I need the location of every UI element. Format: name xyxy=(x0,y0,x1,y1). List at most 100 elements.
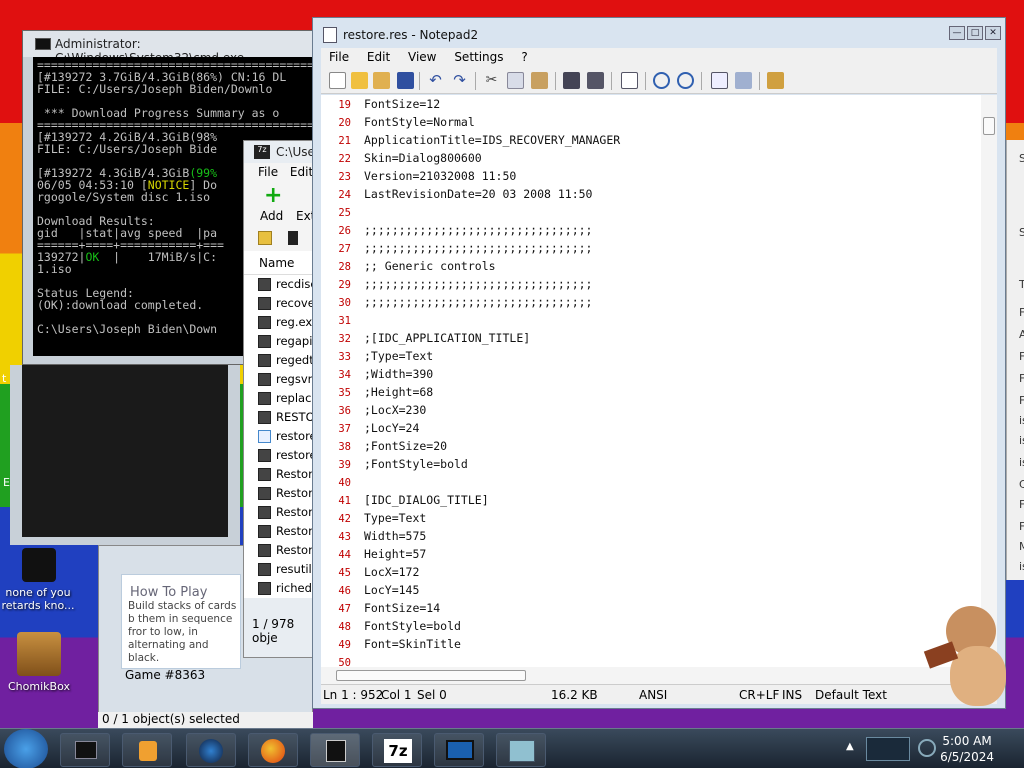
file-row[interactable]: restore xyxy=(244,427,322,446)
file-row[interactable]: replace xyxy=(244,389,322,408)
file-row[interactable]: reg.exe xyxy=(244,313,322,332)
editor-line[interactable]: 21 ApplicationTitle=IDS_RECOVERY_MANAGER xyxy=(321,131,991,149)
file-row[interactable]: recover xyxy=(244,294,322,313)
open-folder-icon[interactable] xyxy=(351,72,368,89)
menu-file[interactable]: File xyxy=(321,48,355,64)
editor-line[interactable]: 42 Type=Text xyxy=(321,509,991,527)
scheme-icon[interactable] xyxy=(711,72,728,89)
status-scheme[interactable]: Default Text xyxy=(815,688,887,702)
menu-help[interactable]: ? xyxy=(513,48,533,64)
partial-list-item[interactable]: is xyxy=(1019,434,1024,447)
maximize-button[interactable]: □ xyxy=(967,26,983,40)
editor-line[interactable]: 37 ;LocY=24 xyxy=(321,419,991,437)
notepad2-title-bar[interactable]: restore.res - Notepad2 — □ ✕ xyxy=(313,18,1005,48)
file-row[interactable]: Restore xyxy=(244,484,322,503)
menu-edit[interactable]: Edit xyxy=(290,165,313,179)
partial-list-item[interactable]: F xyxy=(1019,372,1024,385)
partial-list-item[interactable]: A xyxy=(1019,328,1024,341)
taskbar-explorer[interactable] xyxy=(496,733,546,767)
partial-list-item[interactable]: F xyxy=(1019,350,1024,363)
editor-line[interactable]: 33 ;Type=Text xyxy=(321,347,991,365)
editor-line[interactable]: 43 Width=575 xyxy=(321,527,991,545)
zoom-in-icon[interactable] xyxy=(653,72,670,89)
editor-line[interactable]: 19 FontSize=12 xyxy=(321,95,991,113)
file-row[interactable]: restore xyxy=(244,446,322,465)
editor-line[interactable]: 34 ;Width=390 xyxy=(321,365,991,383)
editor-line[interactable]: 36 ;LocX=230 xyxy=(321,401,991,419)
file-row[interactable]: Restore xyxy=(244,503,322,522)
editor-line[interactable]: 46 LocY=145 xyxy=(321,581,991,599)
system-clock[interactable]: 5:00 AM 6/5/2024 xyxy=(940,733,994,765)
save-icon[interactable] xyxy=(397,72,414,89)
cmd-title-bar[interactable]: Administrator: C:\Windows\System32\cmd.e… xyxy=(23,31,321,65)
bookmark-icon[interactable] xyxy=(288,231,298,245)
editor-line[interactable]: 23 Version=21032008 11:50 xyxy=(321,167,991,185)
menu-file[interactable]: File xyxy=(258,165,278,179)
menu-settings[interactable]: Settings xyxy=(446,48,509,64)
file-row[interactable]: Restore xyxy=(244,522,322,541)
menu-view[interactable]: View xyxy=(400,48,442,64)
cut-icon[interactable]: ✂ xyxy=(483,72,500,89)
editor-line[interactable]: 47 FontSize=14 xyxy=(321,599,991,617)
partial-list-item[interactable]: T xyxy=(1019,278,1024,291)
exit-icon[interactable] xyxy=(767,72,784,89)
7zip-window[interactable]: 7z C:\User File Edit + Add Ext Name recd… xyxy=(243,140,323,658)
taskbar-monitor[interactable] xyxy=(434,733,484,767)
tray-expand-icon[interactable]: ▲ xyxy=(846,741,854,752)
file-row[interactable]: RESTOR xyxy=(244,408,322,427)
partial-list-item[interactable]: M xyxy=(1019,540,1024,553)
editor-line[interactable]: 28 ;; Generic controls xyxy=(321,257,991,275)
editor-line[interactable]: 30;;;;;;;;;;;;;;;;;;;;;;;;;;;;;;;;; xyxy=(321,293,991,311)
editor-line[interactable]: 32 ;[IDC_APPLICATION_TITLE] xyxy=(321,329,991,347)
partial-list-item[interactable]: Se xyxy=(1019,152,1024,165)
paste-icon[interactable] xyxy=(531,72,548,89)
new-file-icon[interactable] xyxy=(329,72,346,89)
file-row[interactable]: Restore xyxy=(244,465,322,484)
file-row[interactable]: resutils xyxy=(244,560,322,579)
folder-up-icon[interactable] xyxy=(258,231,272,245)
close-button[interactable]: ✕ xyxy=(985,26,1001,40)
horizontal-scrollbar[interactable] xyxy=(321,667,981,684)
undo-icon[interactable]: ↶ xyxy=(427,72,444,89)
zoom-out-icon[interactable] xyxy=(677,72,694,89)
partial-list-item[interactable]: Si xyxy=(1019,226,1024,239)
desktop-icon-shortcut[interactable]: none of you retards kno... xyxy=(0,548,84,612)
editor-line[interactable]: 48 FontStyle=bold xyxy=(321,617,991,635)
customize-scheme-icon[interactable] xyxy=(735,72,752,89)
add-button[interactable]: Add xyxy=(260,209,283,223)
file-row[interactable]: regedt3 xyxy=(244,351,322,370)
column-header-name[interactable]: Name xyxy=(244,251,322,275)
partial-list-item[interactable]: F xyxy=(1019,306,1024,319)
browse-icon[interactable] xyxy=(373,72,390,89)
taskbar-7zip[interactable]: 7z xyxy=(372,733,422,767)
replace-icon[interactable] xyxy=(587,72,604,89)
editor-line[interactable]: 41 [IDC_DIALOG_TITLE] xyxy=(321,491,991,509)
editor-line[interactable]: 35 ;Height=68 xyxy=(321,383,991,401)
find-icon[interactable] xyxy=(563,72,580,89)
editor-line[interactable]: 22 Skin=Dialog800600 xyxy=(321,149,991,167)
editor-line[interactable]: 38 ;FontSize=20 xyxy=(321,437,991,455)
editor-line[interactable]: 24 LastRevisionDate=20 03 2008 11:50 xyxy=(321,185,991,203)
desktop-icon-chomikbox[interactable]: ChomikBox xyxy=(0,632,84,693)
editor-area[interactable]: 19 FontSize=12 20 FontStyle=Normal 21 Applica… xyxy=(321,95,997,684)
menu-edit[interactable]: Edit xyxy=(359,48,396,64)
taskbar-firefox[interactable] xyxy=(248,733,298,767)
start-button[interactable] xyxy=(4,729,48,768)
status-encoding[interactable]: ANSI xyxy=(639,688,667,702)
partial-list-item[interactable]: F xyxy=(1019,394,1024,407)
file-row[interactable]: Restore xyxy=(244,541,322,560)
partial-list-item[interactable]: F xyxy=(1019,498,1024,511)
partial-list-item[interactable]: is xyxy=(1019,414,1024,427)
taskbar-media[interactable] xyxy=(122,733,172,767)
file-row[interactable]: riched2 xyxy=(244,579,322,598)
partial-list-item[interactable]: is xyxy=(1019,456,1024,469)
editor-line[interactable]: 25 xyxy=(321,203,991,221)
partial-window[interactable]: SeSiTFAFFFisisisCFFMis xyxy=(1006,140,1024,580)
editor-line[interactable]: 39 ;FontStyle=bold xyxy=(321,455,991,473)
file-row[interactable]: regsvr3 xyxy=(244,370,322,389)
editor-line[interactable]: 27;;;;;;;;;;;;;;;;;;;;;;;;;;;;;;;;; xyxy=(321,239,991,257)
taskbar-notepad2[interactable] xyxy=(310,733,360,767)
minimize-button[interactable]: — xyxy=(949,26,965,40)
tray-network-icon[interactable] xyxy=(866,737,910,761)
editor-line[interactable]: 45 LocX=172 xyxy=(321,563,991,581)
